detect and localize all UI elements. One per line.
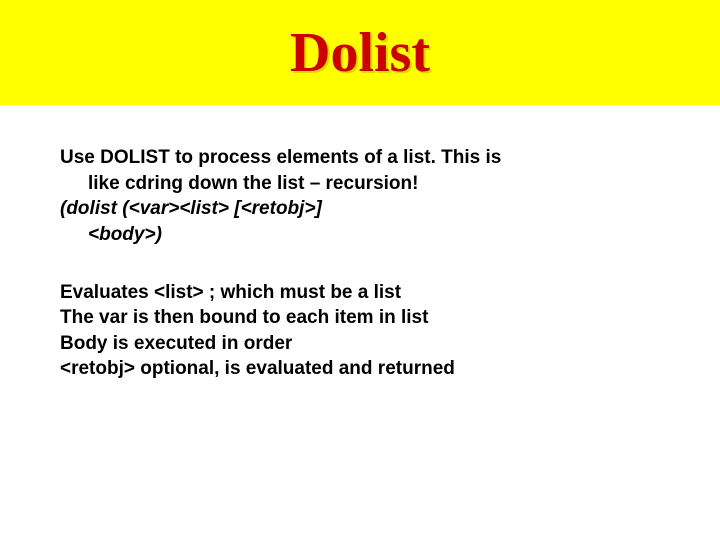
paragraph-explanation: Evaluates <list> ; which must be a list …	[60, 280, 660, 383]
paragraph-usage: Use DOLIST to process elements of a list…	[60, 145, 660, 248]
text-line: Use DOLIST to process elements of a list…	[60, 145, 660, 171]
text-line: Body is executed in order	[60, 331, 660, 357]
title-banner: Dolist	[0, 0, 720, 105]
text-line: Evaluates <list> ; which must be a list	[60, 280, 660, 306]
text-line: <body>)	[60, 222, 660, 248]
text-line: (dolist (<var><list> [<retobj>]	[60, 196, 660, 222]
text-line: <retobj> optional, is evaluated and retu…	[60, 356, 660, 382]
slide-content: Use DOLIST to process elements of a list…	[0, 105, 720, 382]
slide-title: Dolist	[290, 21, 430, 85]
text-line: The var is then bound to each item in li…	[60, 305, 660, 331]
text-line: like cdring down the list – recursion!	[60, 171, 660, 197]
